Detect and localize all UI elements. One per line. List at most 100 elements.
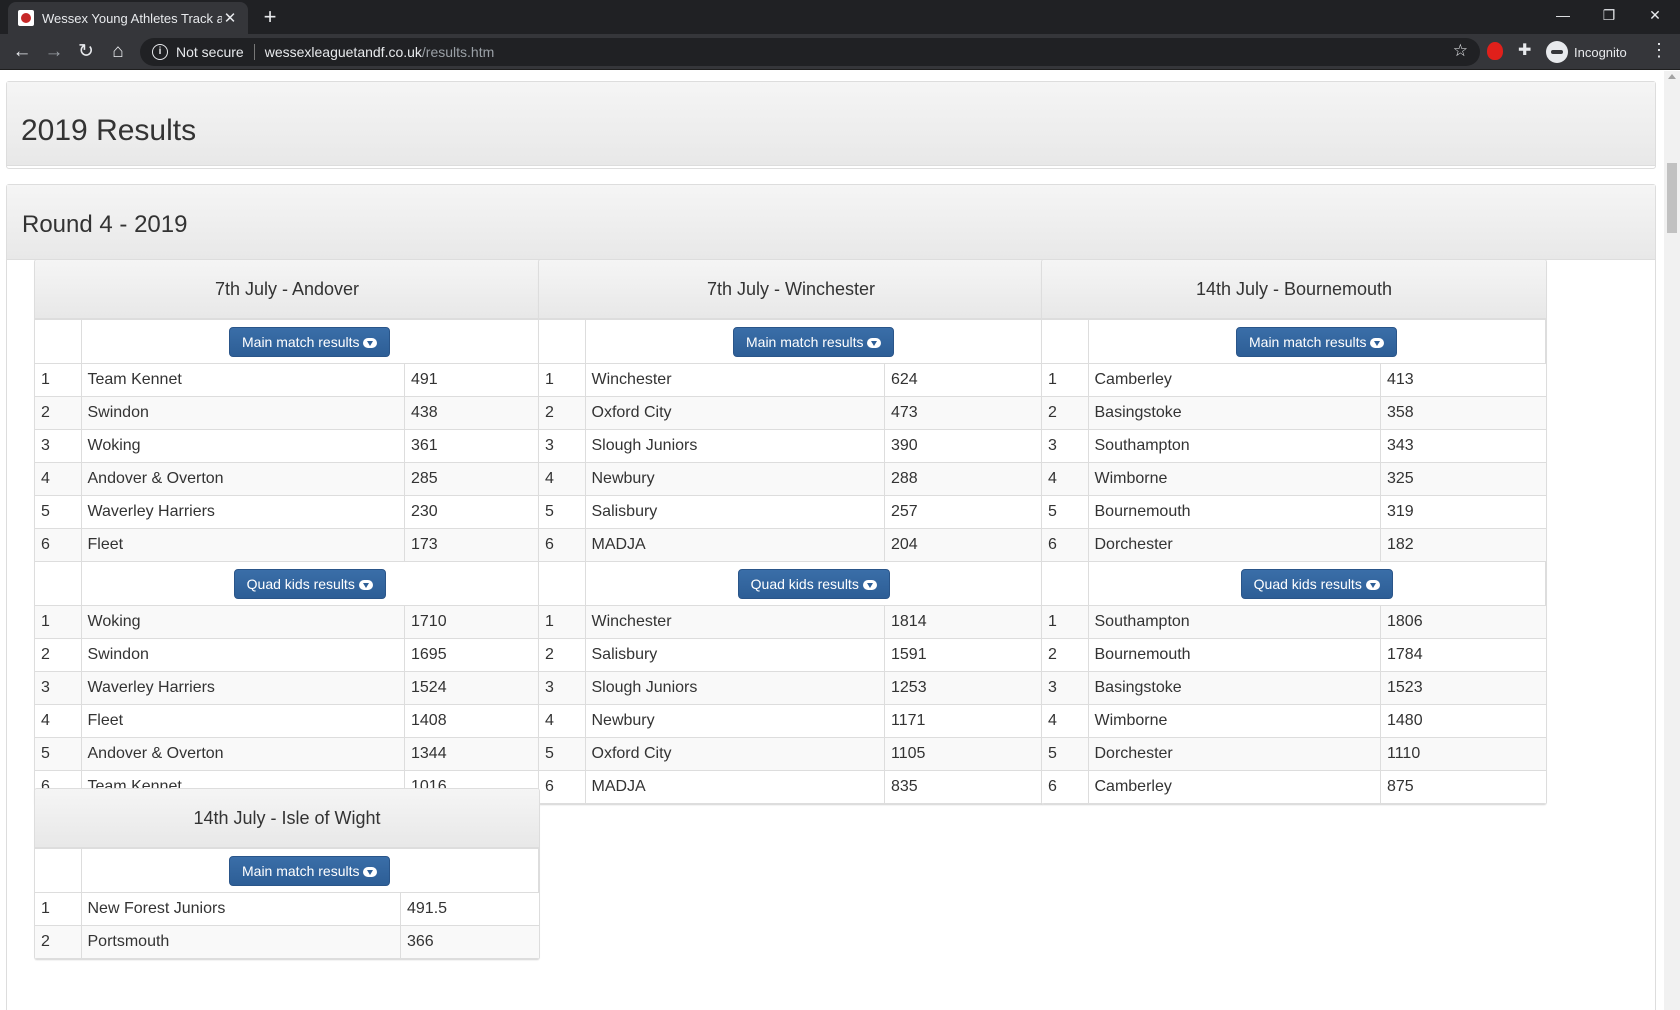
close-window-icon[interactable]: ✕ — [1632, 0, 1678, 30]
button-label: Main match results — [746, 333, 864, 350]
button-row: Quad kids results — [35, 561, 539, 606]
button-label: Main match results — [242, 333, 360, 350]
empty-cell — [35, 848, 82, 893]
table-row: 6 MADJA 835 — [539, 770, 1043, 804]
button-row: Main match results — [35, 848, 539, 893]
menu-kebab-icon[interactable]: ⋮ — [1650, 40, 1668, 61]
result-card: 14th July - Isle of Wight Main match resu… — [34, 788, 540, 960]
main-match-results-button[interactable]: Main match results — [229, 855, 391, 886]
empty-cell — [539, 561, 586, 606]
quad-kids-results-button[interactable]: Quad kids results — [233, 568, 386, 599]
button-row: Main match results — [1042, 319, 1546, 364]
extensions-puzzle-icon[interactable]: ✚ — [1518, 40, 1531, 60]
position-cell: 2 — [1042, 638, 1089, 672]
position-cell: 4 — [539, 704, 586, 738]
team-cell: Woking — [80, 605, 405, 639]
team-cell: Newbury — [584, 704, 885, 738]
new-tab-button[interactable]: + — [258, 5, 282, 29]
browser-tab[interactable]: Wessex Young Athletes Track and ✕ — [8, 2, 248, 34]
site-favicon-icon — [18, 10, 34, 26]
restore-icon[interactable]: ❐ — [1586, 0, 1632, 30]
team-cell: Swindon — [80, 638, 405, 672]
scrollbar-thumb[interactable] — [1667, 163, 1677, 233]
security-status: Not secure — [176, 44, 244, 60]
position-cell: 5 — [35, 737, 82, 771]
cloud-download-icon — [862, 579, 877, 590]
score-cell: 1591 — [884, 638, 1043, 672]
main-match-results-button[interactable]: Main match results — [229, 326, 391, 357]
results-table: Main match results 1 Camberley 413 2 Basingst… — [1042, 319, 1546, 804]
back-icon[interactable]: ← — [10, 40, 34, 64]
table-row: 4 Wimborne 325 — [1042, 462, 1546, 496]
reload-icon[interactable]: ↻ — [74, 40, 98, 64]
score-cell: 1806 — [1380, 605, 1546, 639]
empty-cell — [1042, 561, 1089, 606]
position-cell: 2 — [35, 638, 82, 672]
info-icon[interactable]: i — [152, 44, 168, 60]
team-cell: Woking — [80, 429, 405, 463]
team-cell: Southampton — [1087, 429, 1381, 463]
table-row: 6 Fleet 173 — [35, 528, 539, 562]
button-row: Main match results — [35, 319, 539, 364]
bookmark-star-icon[interactable]: ☆ — [1453, 41, 1468, 61]
position-cell: 1 — [1042, 605, 1089, 639]
extension-icon[interactable] — [1487, 42, 1503, 60]
table-row: 4 Newbury 1171 — [539, 704, 1043, 738]
position-cell: 4 — [35, 704, 82, 738]
score-cell: 173 — [404, 528, 539, 562]
team-cell: Wimborne — [1087, 462, 1381, 496]
position-cell: 6 — [1042, 770, 1089, 804]
close-tab-icon[interactable]: ✕ — [222, 9, 238, 27]
minimize-icon[interactable]: — — [1540, 0, 1586, 30]
button-row: Quad kids results — [539, 561, 1043, 606]
table-row: 4 Fleet 1408 — [35, 704, 539, 738]
table-row: 3 Southampton 343 — [1042, 429, 1546, 463]
scroll-up-icon[interactable] — [1668, 74, 1676, 79]
home-icon[interactable]: ⌂ — [106, 40, 130, 64]
team-cell: Oxford City — [584, 737, 885, 771]
team-cell: Oxford City — [584, 396, 885, 430]
page-title: 2019 Results — [7, 82, 1655, 166]
profile-label: Incognito — [1574, 44, 1627, 60]
position-cell: 1 — [539, 605, 586, 639]
forward-icon[interactable]: → — [42, 40, 66, 64]
score-cell: 1784 — [1380, 638, 1546, 672]
empty-cell — [35, 561, 82, 606]
table-row: 1 Winchester 624 — [539, 363, 1043, 397]
incognito-icon — [1546, 41, 1568, 63]
quad-kids-results-button[interactable]: Quad kids results — [1240, 568, 1393, 599]
button-cell: Quad kids results — [80, 561, 539, 606]
score-cell: 285 — [404, 462, 539, 496]
address-bar[interactable]: i Not secure wessexleaguetandf.co.uk/res… — [140, 38, 1480, 66]
result-card: 7th July - Winchester Main match results 1… — [538, 259, 1044, 805]
table-row: 2 Swindon 1695 — [35, 638, 539, 672]
cloud-download-icon — [363, 866, 378, 877]
vertical-scrollbar[interactable] — [1664, 71, 1680, 1010]
table-row: 4 Andover & Overton 285 — [35, 462, 539, 496]
position-cell: 3 — [539, 671, 586, 705]
table-row: 1 Southampton 1806 — [1042, 605, 1546, 639]
score-cell: 343 — [1380, 429, 1546, 463]
position-cell: 4 — [539, 462, 586, 496]
score-cell: 257 — [884, 495, 1043, 529]
cloud-download-icon — [867, 337, 882, 348]
position-cell: 3 — [35, 429, 82, 463]
quad-kids-results-button[interactable]: Quad kids results — [737, 568, 890, 599]
score-cell: 204 — [884, 528, 1043, 562]
position-cell: 3 — [1042, 671, 1089, 705]
cloud-download-icon — [358, 579, 373, 590]
button-cell: Main match results — [80, 319, 539, 364]
main-match-results-button[interactable]: Main match results — [1236, 326, 1398, 357]
table-row: 1 Winchester 1814 — [539, 605, 1043, 639]
position-cell: 2 — [35, 396, 82, 430]
score-cell: 182 — [1380, 528, 1546, 562]
score-cell: 1110 — [1380, 737, 1546, 771]
score-cell: 1524 — [404, 671, 539, 705]
empty-cell — [1042, 319, 1089, 364]
main-match-results-button[interactable]: Main match results — [733, 326, 895, 357]
profile-button[interactable]: Incognito — [1546, 38, 1627, 66]
score-cell: 624 — [884, 363, 1043, 397]
card-title: 7th July - Winchester — [539, 260, 1043, 319]
position-cell: 4 — [1042, 704, 1089, 738]
table-row: 2 Bournemouth 1784 — [1042, 638, 1546, 672]
